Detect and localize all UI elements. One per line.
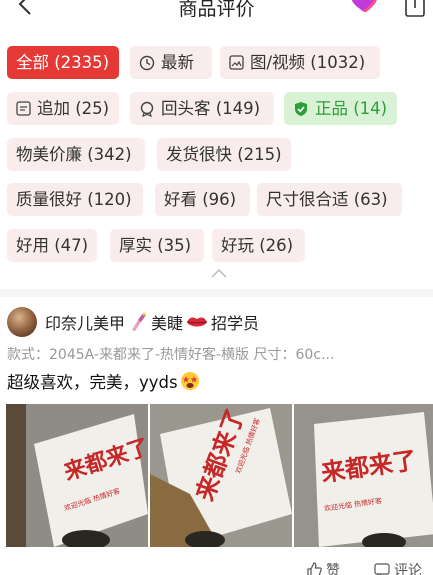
nail-polish-emoji-icon <box>132 312 147 331</box>
tag-genuine[interactable]: 正品 (14) <box>284 92 397 125</box>
tag-followup[interactable]: 追加 (25) <box>7 92 119 125</box>
image-icon <box>229 55 244 70</box>
share-icon[interactable] <box>404 0 426 18</box>
lips-emoji-icon <box>186 317 208 327</box>
tag-returning-customer[interactable]: 回头客 (149) <box>130 92 274 125</box>
tag-thick[interactable]: 厚实 (35) <box>110 229 204 262</box>
tag-latest[interactable]: 最新 <box>130 46 212 79</box>
tag-good-value[interactable]: 物美价廉 (342) <box>7 138 145 171</box>
tag-fun[interactable]: 好玩 (26) <box>212 229 305 262</box>
review-photo-image: 来都来了 欢迎光临 热情好客 <box>6 404 148 547</box>
review-photo[interactable]: 来都来了 欢迎光临 热情好客 <box>150 404 292 547</box>
reviewer-name[interactable]: 印奈儿美甲 美睫 招学员 <box>45 310 259 334</box>
clock-icon <box>139 55 155 70</box>
thumbs-up-icon <box>307 562 322 575</box>
review-text: 超级喜欢，完美，yyds <box>7 369 200 393</box>
tag-good-quality[interactable]: 质量很好 (120) <box>7 183 143 216</box>
review-photo[interactable]: 来都来了 欢迎光临 热情好客 <box>294 404 433 547</box>
comment-icon <box>374 563 390 575</box>
avatar[interactable] <box>7 307 37 337</box>
tag-media[interactable]: 图/视频 (1032) <box>220 46 380 79</box>
shield-check-icon <box>295 101 307 116</box>
product-spec: 款式：2045A-来都来了-热情好客-横版 尺寸：60c... <box>7 347 335 363</box>
like-button[interactable]: 赞 <box>306 560 340 575</box>
tag-size-fits[interactable]: 尺寸很合适 (63) <box>257 183 402 216</box>
heart-icon[interactable] <box>350 0 378 12</box>
note-icon <box>16 101 31 116</box>
review-photo[interactable]: 来都来了 欢迎光临 热情好客 <box>6 404 148 547</box>
top-bar: 商品评价 <box>0 0 433 24</box>
tag-fast-shipping[interactable]: 发货很快 (215) <box>157 138 291 171</box>
tag-good-looking[interactable]: 好看 (96) <box>155 183 250 216</box>
review-photo-image: 来都来了 欢迎光临 热情好客 <box>150 404 292 547</box>
star-struck-emoji-icon <box>180 372 199 390</box>
review-actions: 赞 评论 <box>0 560 433 575</box>
badge-icon <box>140 101 154 117</box>
comment-button[interactable]: 评论 <box>374 560 422 575</box>
collapse-chevron-icon[interactable] <box>210 268 228 278</box>
tag-useful[interactable]: 好用 (47) <box>7 229 97 262</box>
tag-all[interactable]: 全部 (2335) <box>7 46 119 79</box>
review-photo-image: 来都来了 欢迎光临 热情好客 <box>294 404 433 547</box>
section-divider <box>0 289 433 297</box>
